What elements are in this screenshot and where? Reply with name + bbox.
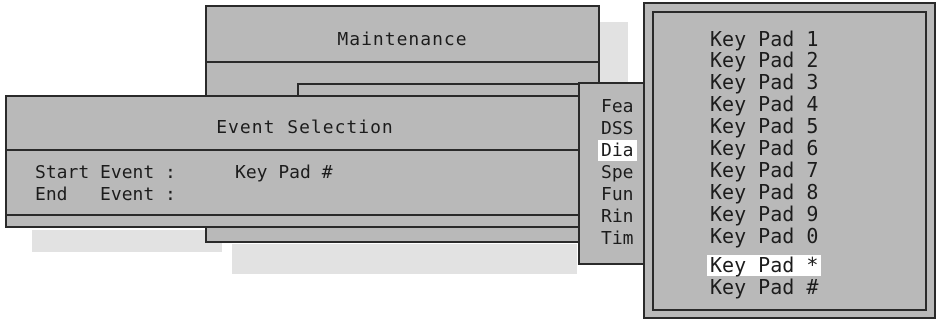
feature-menu-item[interactable]: DSS: [598, 118, 637, 139]
keypad-item-7[interactable]: Key Pad 7: [707, 160, 821, 181]
feature-menu-item-selected[interactable]: Dia: [598, 140, 637, 161]
backdrop-strip: [32, 230, 222, 252]
maintenance-title-divider: [207, 61, 598, 63]
feature-menu-item[interactable]: Rin: [598, 206, 637, 227]
keypad-item-0[interactable]: Key Pad 0: [707, 226, 821, 247]
end-event-label: End Event :: [35, 184, 176, 205]
keypad-item-hash[interactable]: Key Pad #: [707, 277, 821, 298]
feature-menu-item[interactable]: Tim: [598, 228, 637, 249]
keypad-item-star-selected[interactable]: Key Pad *: [707, 255, 822, 276]
keypad-item-8[interactable]: Key Pad 8: [707, 182, 821, 203]
keypad-item-4[interactable]: Key Pad 4: [707, 94, 821, 115]
start-event-value[interactable]: Key Pad #: [235, 163, 333, 183]
keypad-item-9[interactable]: Key Pad 9: [707, 204, 821, 225]
keypad-item-5[interactable]: Key Pad 5: [707, 116, 821, 137]
backdrop-strip: [598, 22, 628, 82]
event-selection-title: Event Selection: [216, 117, 394, 138]
maintenance-title: Maintenance: [337, 29, 468, 50]
feature-menu-item[interactable]: Spe: [598, 162, 637, 183]
keypad-item-6[interactable]: Key Pad 6: [707, 138, 821, 159]
feature-menu-item[interactable]: Fun: [598, 184, 637, 205]
start-event-label: Start Event :: [35, 162, 176, 183]
feature-menu-item[interactable]: Fea: [598, 96, 637, 117]
backdrop-strip: [232, 244, 577, 274]
event-selection-bottom-rule: [7, 214, 603, 216]
keypad-menu: Key Pad 1 Key Pad 2 Key Pad 3 Key Pad 4 …: [643, 2, 936, 319]
maintenance-inner-frame-top: [297, 83, 578, 85]
keypad-item-1[interactable]: Key Pad 1: [707, 29, 821, 50]
keypad-item-2[interactable]: Key Pad 2: [707, 50, 821, 71]
keypad-item-3[interactable]: Key Pad 3: [707, 72, 821, 93]
event-selection-dialog: Event Selection Start Event : Key Pad # …: [5, 95, 605, 228]
event-selection-divider: [7, 149, 603, 151]
